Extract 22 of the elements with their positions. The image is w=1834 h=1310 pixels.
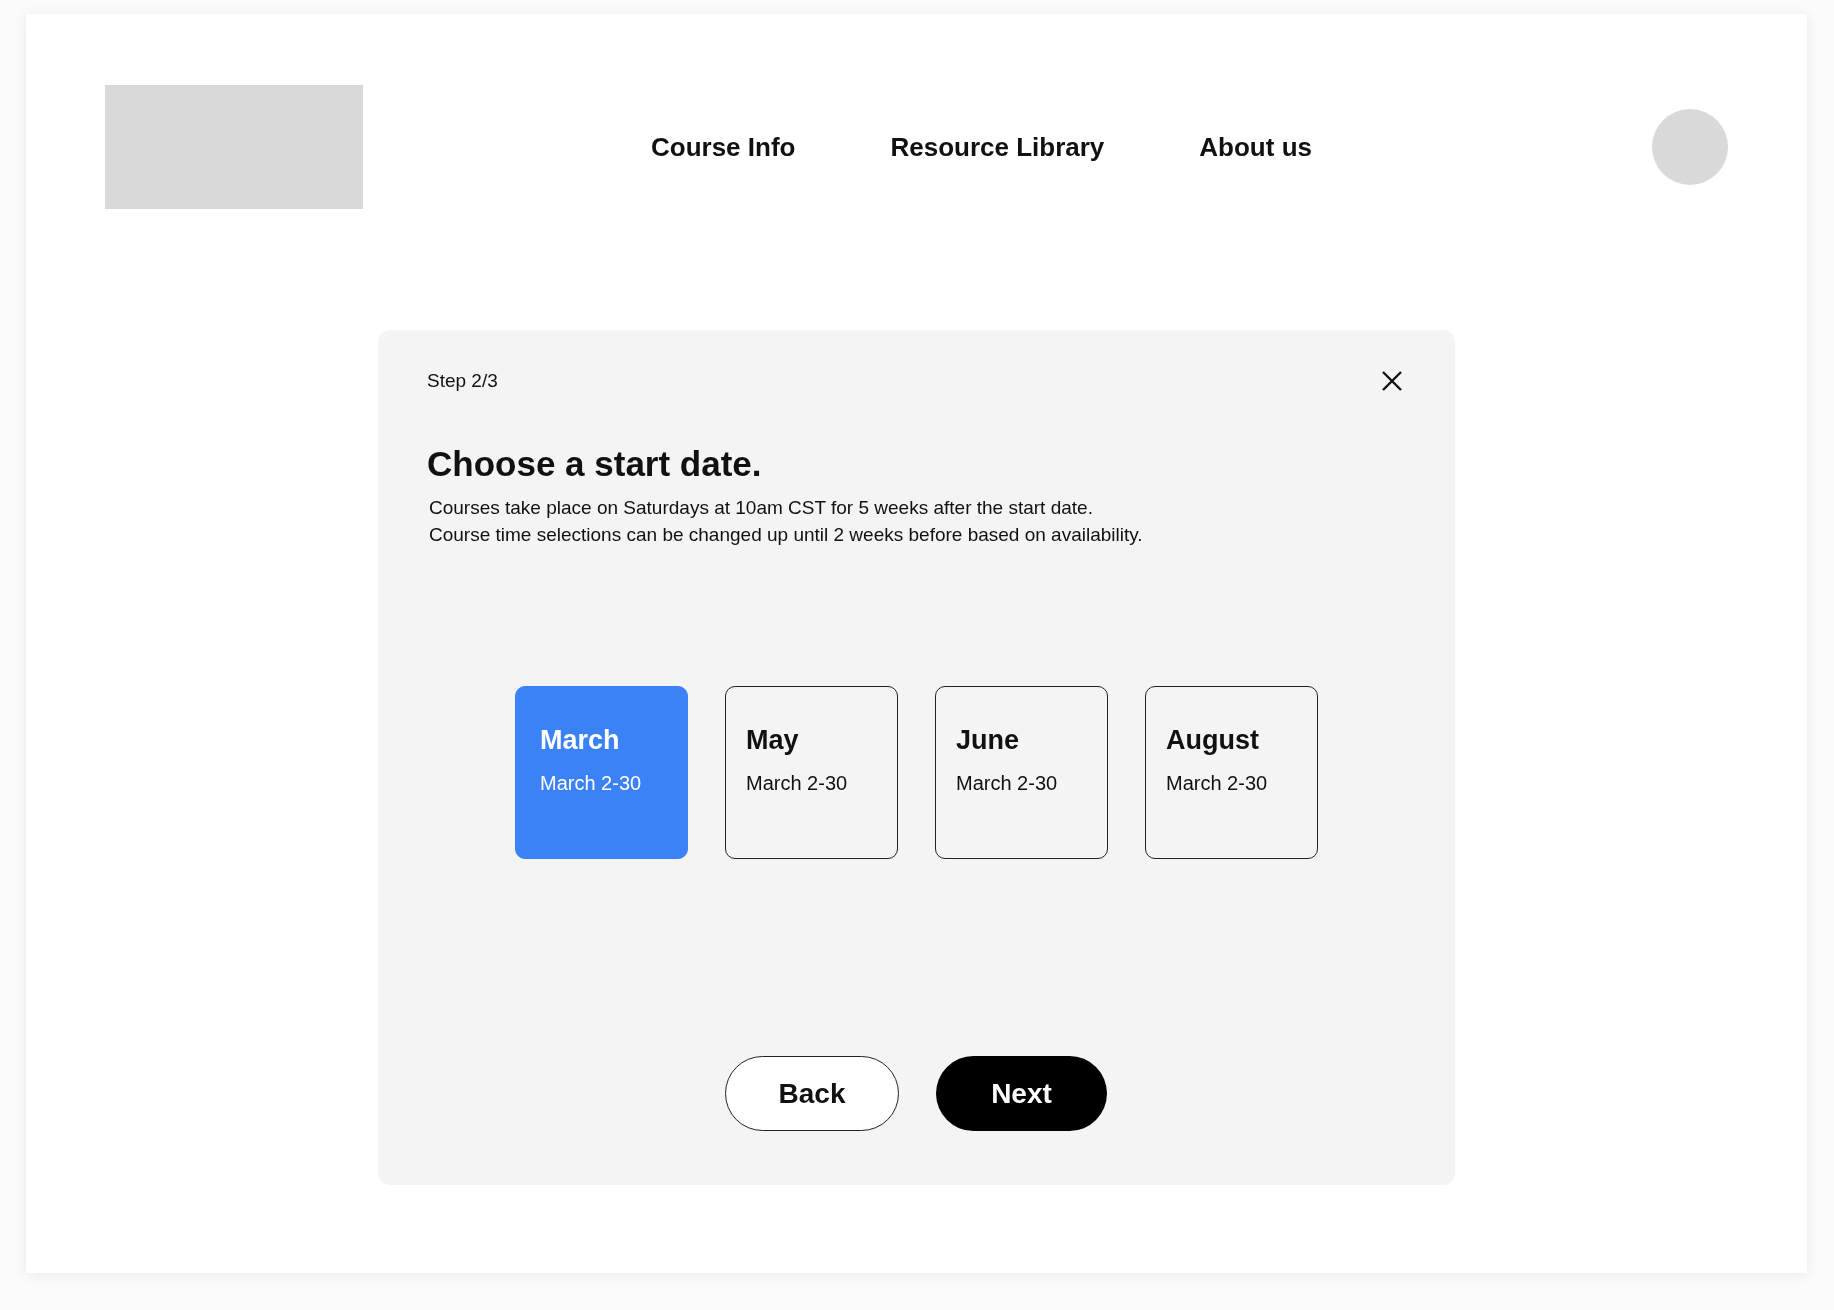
description-text: Course time selections can be changed up until 2 weeks before based on availability. [429, 523, 1144, 547]
description-text: Courses take place on Saturdays at 10am CST for 5 weeks after the start date. [429, 496, 1094, 520]
month-label: March [540, 725, 621, 756]
modal-title: Choose a start date. [427, 444, 763, 484]
date-range: March 2-30 [540, 772, 643, 795]
month-label: June [956, 725, 1021, 756]
next-button[interactable]: Next [936, 1056, 1107, 1131]
close-icon[interactable] [1381, 370, 1403, 392]
date-option-card[interactable]: March March 2-30 [515, 686, 688, 859]
nav-link[interactable]: Resource Library [890, 131, 1105, 163]
date-range: March 2-30 [746, 772, 849, 795]
step-indicator: Step 2/3 [427, 370, 498, 392]
date-range: March 2-30 [1166, 772, 1269, 795]
nav-link[interactable]: About us [1199, 131, 1312, 163]
date-option-card[interactable]: May March 2-30 [725, 686, 898, 859]
month-label: August [1166, 725, 1260, 756]
date-option-card[interactable]: August March 2-30 [1145, 686, 1318, 859]
nav-link[interactable]: Course Info [651, 131, 796, 163]
back-button[interactable]: Back [725, 1056, 899, 1131]
date-option-card[interactable]: June March 2-30 [935, 686, 1108, 859]
month-label: May [746, 725, 800, 756]
date-range: March 2-30 [956, 772, 1059, 795]
